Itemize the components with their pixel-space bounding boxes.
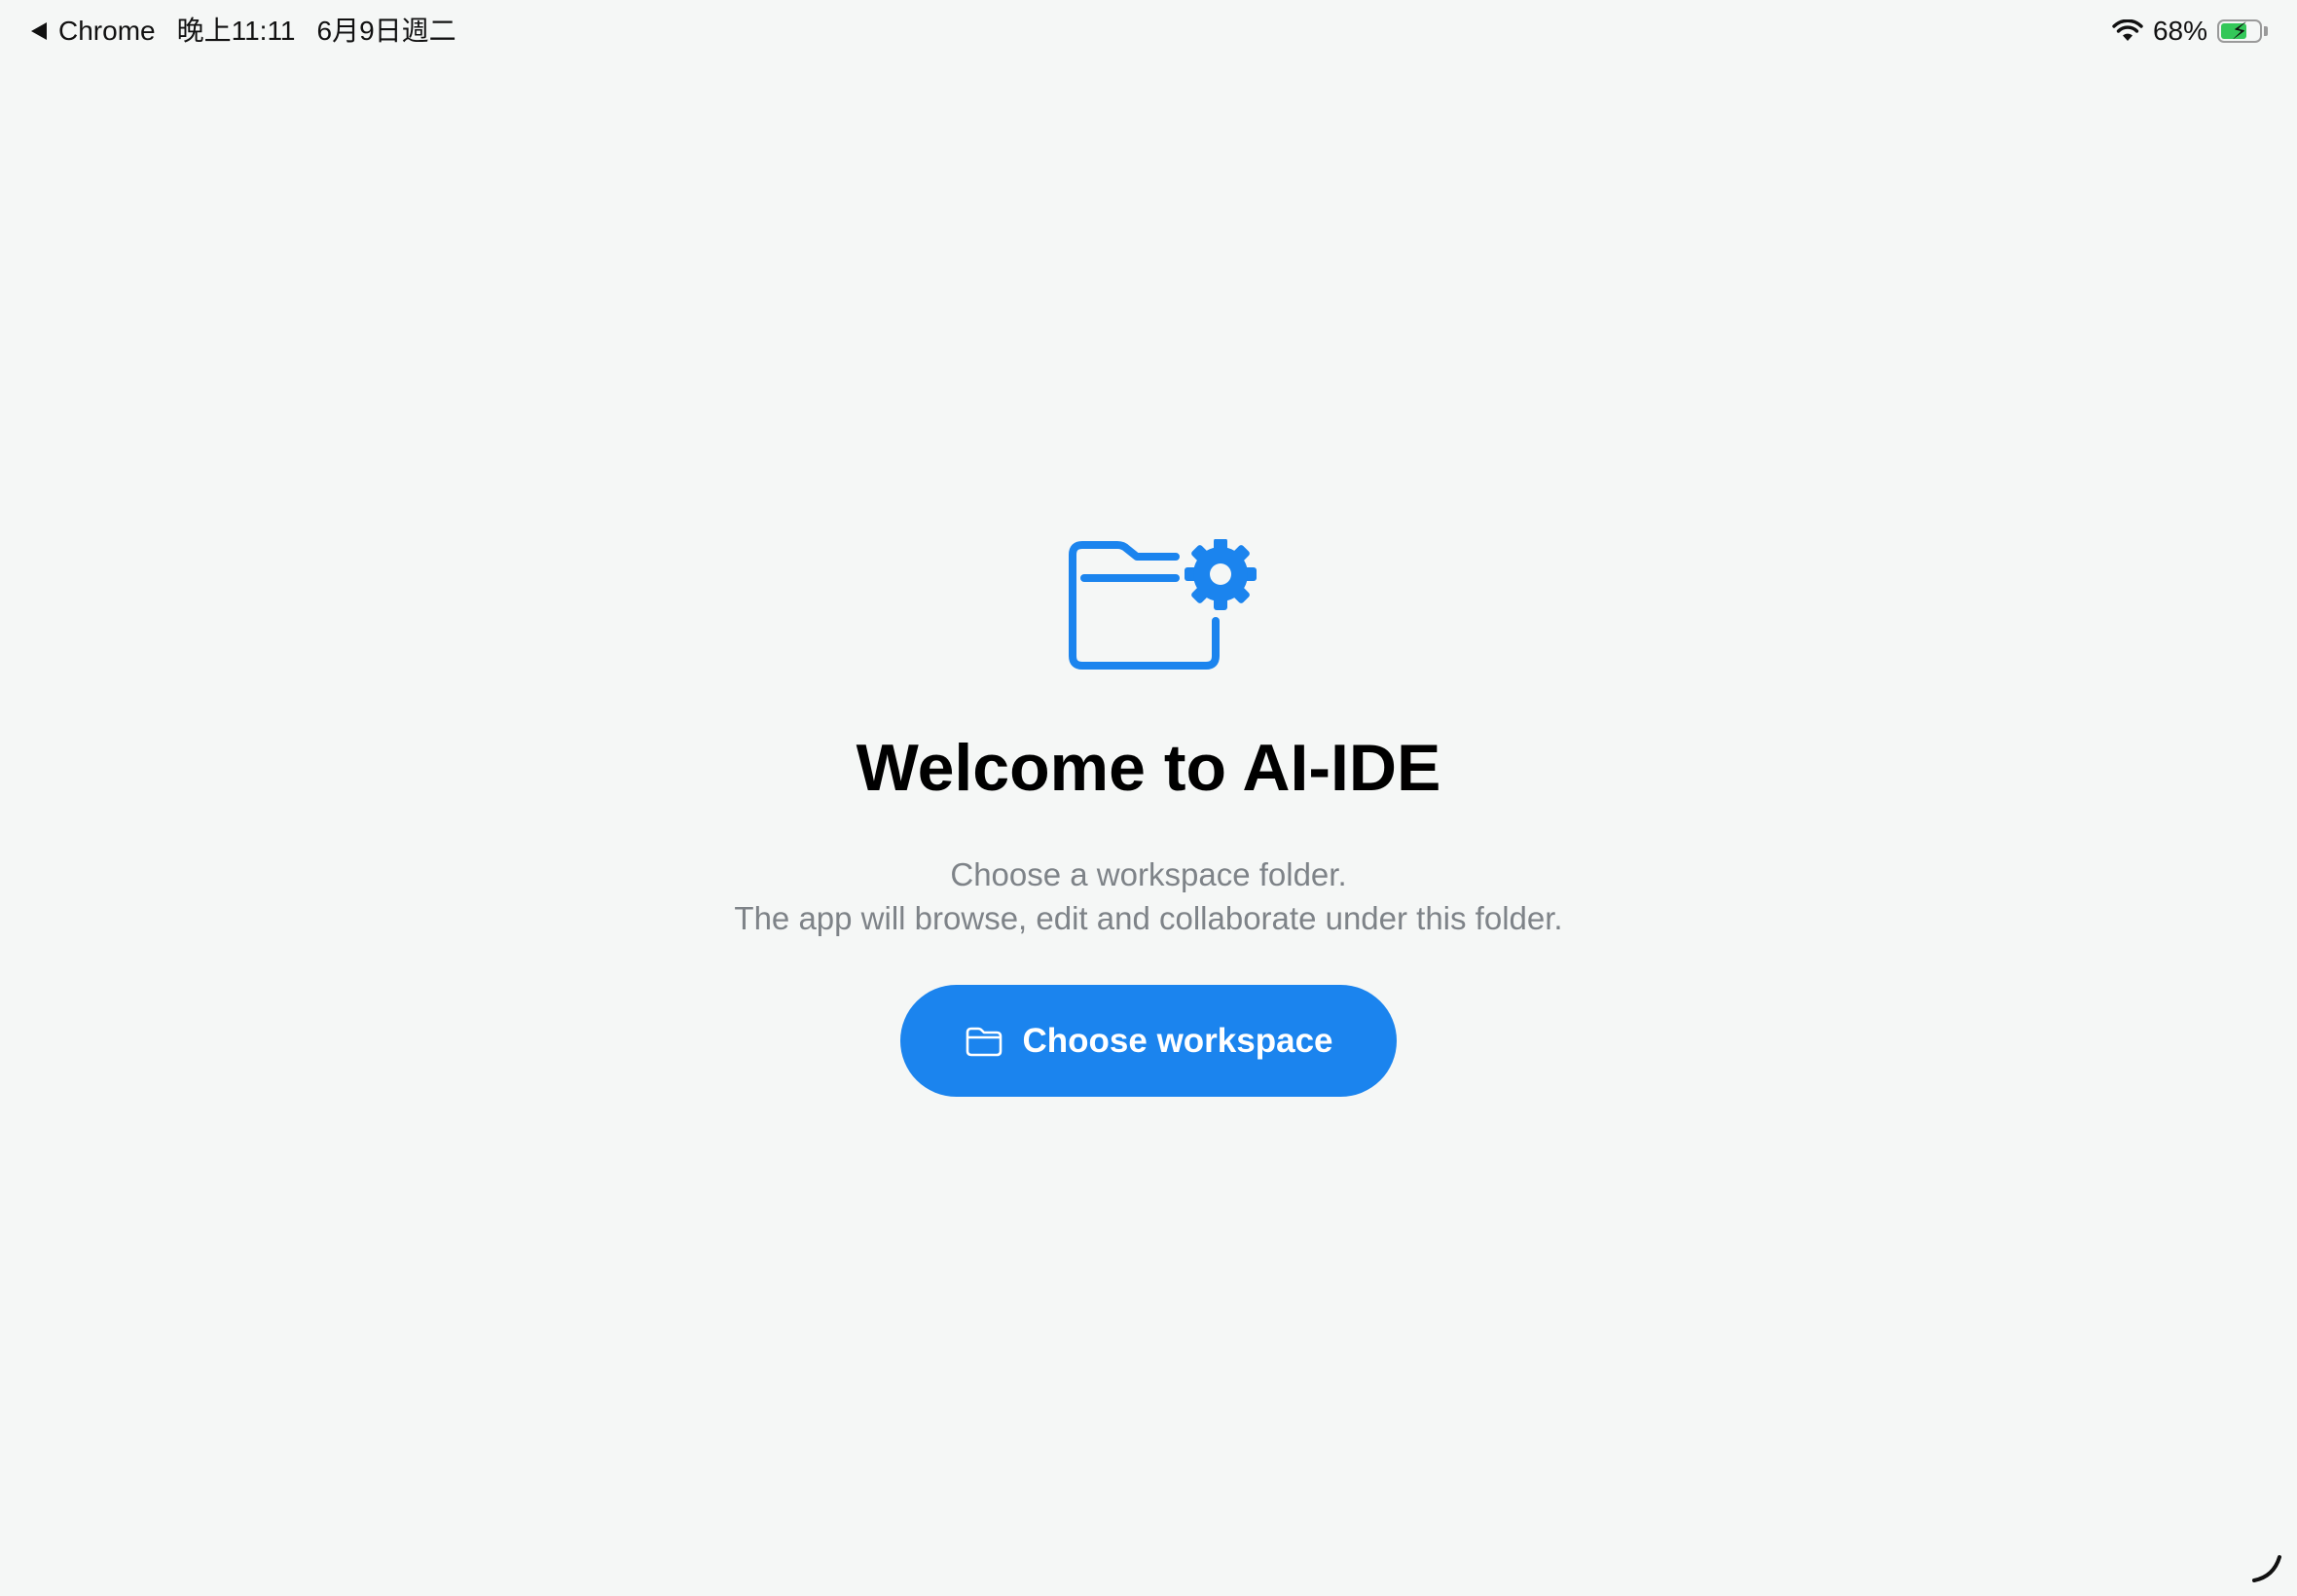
folder-gear-icon (1069, 539, 1257, 670)
back-to-app-link[interactable]: Chrome (58, 14, 156, 49)
subtitle-line-1: Choose a workspace folder. (950, 856, 1347, 892)
choose-workspace-label: Choose workspace (1022, 1021, 1333, 1060)
status-left: Chrome 晚上11:11 6月9日週二 (31, 14, 456, 49)
status-time: 晚上11:11 (176, 16, 296, 46)
battery-percent: 68% (2152, 16, 2207, 46)
subtitle-line-2: The app will browse, edit and collaborat… (734, 900, 1563, 936)
welcome-title: Welcome to AI-IDE (856, 731, 1441, 805)
status-right: 68% ⚡ (2112, 14, 2268, 49)
battery-icon: ⚡ (2217, 18, 2262, 45)
battery-tip (2264, 26, 2268, 36)
charging-bolt-icon: ⚡ (2231, 18, 2248, 45)
folder-icon (966, 1027, 1002, 1056)
resize-handle-icon[interactable] (2248, 1549, 2283, 1584)
wifi-icon (2112, 19, 2143, 41)
choose-workspace-button[interactable]: Choose workspace (900, 985, 1397, 1097)
status-date: 6月9日週二 (316, 16, 456, 46)
back-arrow-icon[interactable] (31, 22, 47, 40)
welcome-subtitle: Choose a workspace folder. The app will … (0, 852, 2297, 940)
status-bar: Chrome 晚上11:11 6月9日週二 68% ⚡ (0, 0, 2297, 62)
